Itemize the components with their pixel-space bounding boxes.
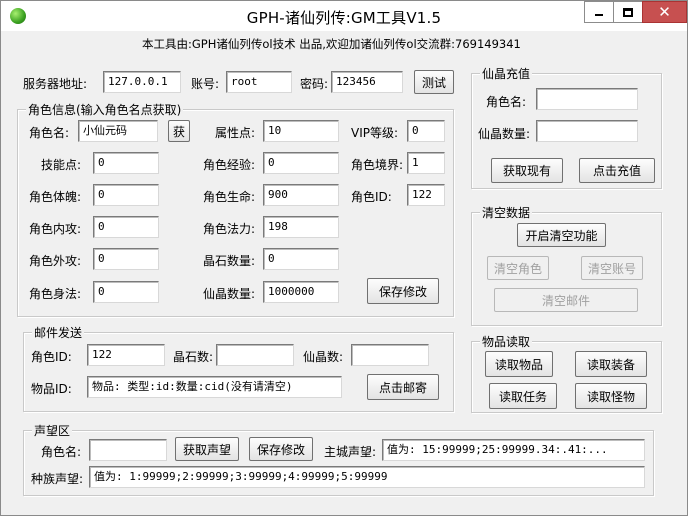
- get-current-button[interactable]: 获取现有: [491, 158, 563, 183]
- outer-attack-label: 角色外攻:: [29, 254, 82, 268]
- enable-clear-button[interactable]: 开启清空功能: [517, 223, 606, 247]
- mail-title: 邮件发送: [32, 324, 85, 341]
- mail-xianjing-field[interactable]: [351, 344, 429, 366]
- gm-tool-window: GPH-诸仙列传:GM工具V1.5 ✕ 本工具由:GPH诸仙列传ol技术 出品,…: [0, 0, 688, 516]
- role-id-field[interactable]: 122: [407, 184, 445, 206]
- save-role-button[interactable]: 保存修改: [367, 278, 439, 304]
- agility-field[interactable]: 0: [93, 281, 159, 303]
- mail-item-id-field[interactable]: 物品: 类型:id:数量:cid(没有请清空): [87, 376, 342, 398]
- recharge-amount-label: 仙晶数量:: [478, 127, 531, 141]
- title-bar: GPH-诸仙列传:GM工具V1.5 ✕: [1, 1, 687, 31]
- clear-account-button[interactable]: 清空账号: [581, 256, 643, 280]
- race-reputation-field[interactable]: 值为: 1:99999;2:99999;3:99999;4:99999;5:99…: [89, 466, 645, 488]
- maximize-button[interactable]: [613, 1, 643, 23]
- mail-xianjing-label: 仙晶数:: [303, 350, 344, 364]
- fetch-role-button[interactable]: 获: [168, 120, 190, 142]
- inner-attack-field[interactable]: 0: [93, 216, 159, 238]
- xianjing-field[interactable]: 1000000: [263, 281, 339, 303]
- role-id-label: 角色ID:: [351, 190, 392, 204]
- test-connection-button[interactable]: 测试: [414, 70, 454, 94]
- city-reputation-label: 主城声望:: [324, 445, 377, 459]
- role-name-label: 角色名:: [29, 126, 70, 140]
- minimize-button[interactable]: [584, 1, 614, 23]
- recharge-button[interactable]: 点击充值: [579, 158, 655, 183]
- physique-label: 角色体魄:: [29, 190, 82, 204]
- mail-role-id-label: 角色ID:: [31, 350, 72, 364]
- banner-text: 本工具由:GPH诸仙列传ol技术 出品,欢迎加诸仙列传ol交流群:7691493…: [142, 37, 521, 51]
- account-field[interactable]: root: [226, 71, 292, 93]
- save-reputation-button[interactable]: 保存修改: [249, 437, 313, 461]
- server-address-label: 服务器地址:: [23, 77, 88, 91]
- physique-field[interactable]: 0: [93, 184, 159, 206]
- exp-label: 角色经验:: [203, 158, 256, 172]
- outer-attack-field[interactable]: 0: [93, 248, 159, 270]
- clear-data-title: 清空数据: [480, 204, 533, 221]
- skill-points-label: 技能点:: [41, 158, 82, 172]
- vip-field[interactable]: 0: [407, 120, 445, 142]
- read-equipment-button[interactable]: 读取装备: [575, 351, 647, 377]
- role-name-field[interactable]: 小仙元码: [78, 120, 158, 142]
- rep-name-label: 角色名:: [41, 445, 82, 459]
- clear-mail-button[interactable]: 清空邮件: [494, 288, 638, 312]
- inner-attack-label: 角色内攻:: [29, 222, 82, 236]
- vip-label: VIP等级:: [351, 126, 399, 140]
- recharge-amount-field[interactable]: [536, 120, 638, 142]
- recharge-name-field[interactable]: [536, 88, 638, 110]
- maximize-icon: [623, 7, 633, 17]
- race-reputation-label: 种族声望:: [31, 472, 84, 486]
- read-tasks-button[interactable]: 读取任务: [489, 383, 557, 409]
- account-label: 账号:: [191, 77, 220, 91]
- xianjing-label: 仙晶数量:: [203, 287, 256, 301]
- mail-crystal-label: 晶石数:: [173, 350, 214, 364]
- rep-name-field[interactable]: [89, 439, 167, 461]
- minimize-icon: [595, 14, 603, 16]
- server-address-field[interactable]: 127.0.0.1: [103, 71, 181, 93]
- read-items-button[interactable]: 读取物品: [485, 351, 553, 377]
- password-field[interactable]: 123456: [331, 71, 403, 93]
- mail-role-id-field[interactable]: 122: [87, 344, 165, 366]
- realm-field[interactable]: 1: [407, 152, 445, 174]
- skill-points-field[interactable]: 0: [93, 152, 159, 174]
- mail-crystal-field[interactable]: [216, 344, 294, 366]
- item-read-title: 物品读取: [480, 333, 533, 350]
- read-monsters-button[interactable]: 读取怪物: [575, 383, 647, 409]
- password-label: 密码:: [300, 77, 329, 91]
- role-info-title: 角色信息(输入角色名点获取): [26, 101, 184, 118]
- agility-label: 角色身法:: [29, 287, 82, 301]
- attr-points-field[interactable]: 10: [263, 120, 339, 142]
- clear-role-button[interactable]: 清空角色: [487, 256, 549, 280]
- crystal-label: 晶石数量:: [203, 254, 256, 268]
- mail-item-id-label: 物品ID:: [31, 382, 72, 396]
- attr-points-label: 属性点:: [215, 126, 256, 140]
- recharge-title: 仙晶充值: [480, 65, 533, 82]
- crystal-field[interactable]: 0: [263, 248, 339, 270]
- reputation-title: 声望区: [32, 422, 73, 439]
- mana-field[interactable]: 198: [263, 216, 339, 238]
- close-icon: ✕: [658, 2, 671, 21]
- realm-label: 角色境界:: [351, 158, 404, 172]
- send-mail-button[interactable]: 点击邮寄: [367, 374, 439, 400]
- hp-label: 角色生命:: [203, 190, 256, 204]
- recharge-name-label: 角色名:: [486, 95, 527, 109]
- mana-label: 角色法力:: [203, 222, 256, 236]
- exp-field[interactable]: 0: [263, 152, 339, 174]
- hp-field[interactable]: 900: [263, 184, 339, 206]
- close-button[interactable]: ✕: [642, 1, 687, 23]
- fetch-reputation-button[interactable]: 获取声望: [175, 437, 239, 461]
- city-reputation-field[interactable]: 值为: 15:99999;25:99999.34:.41:...: [382, 439, 645, 461]
